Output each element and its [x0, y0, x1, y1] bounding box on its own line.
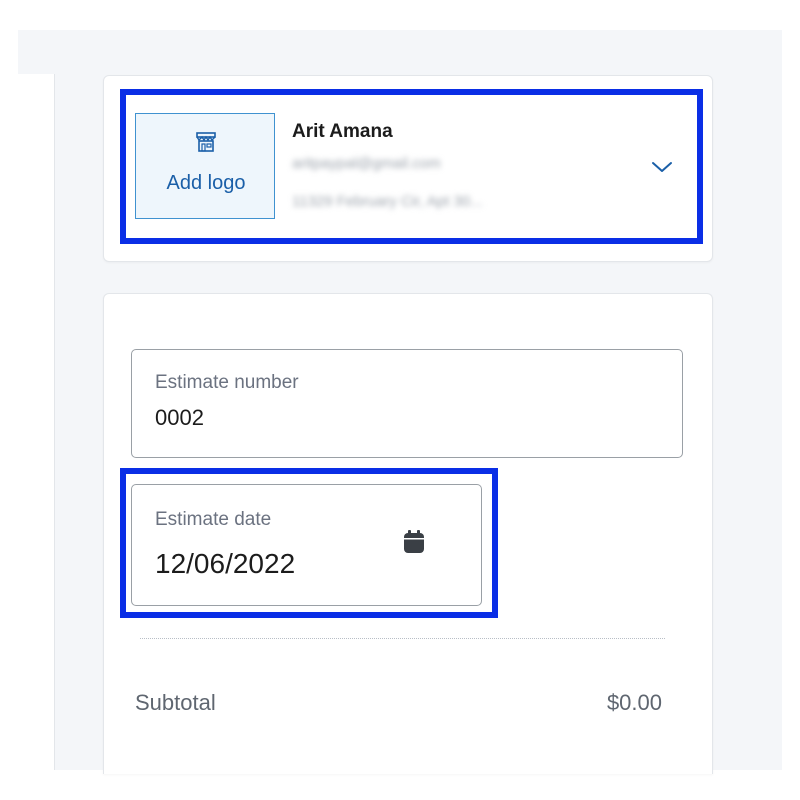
- estimate-number-field[interactable]: Estimate number 0002: [131, 349, 683, 458]
- estimate-date-highlight: [120, 468, 498, 618]
- section-divider: [140, 638, 665, 639]
- subtotal-value: $0.00: [606, 690, 662, 715]
- business-section-highlight: [120, 89, 703, 244]
- estimate-number-label: Estimate number: [155, 372, 299, 393]
- left-panel: [18, 74, 55, 770]
- subtotal-label: Subtotal: [135, 690, 216, 715]
- estimate-number-value: 0002: [155, 405, 204, 430]
